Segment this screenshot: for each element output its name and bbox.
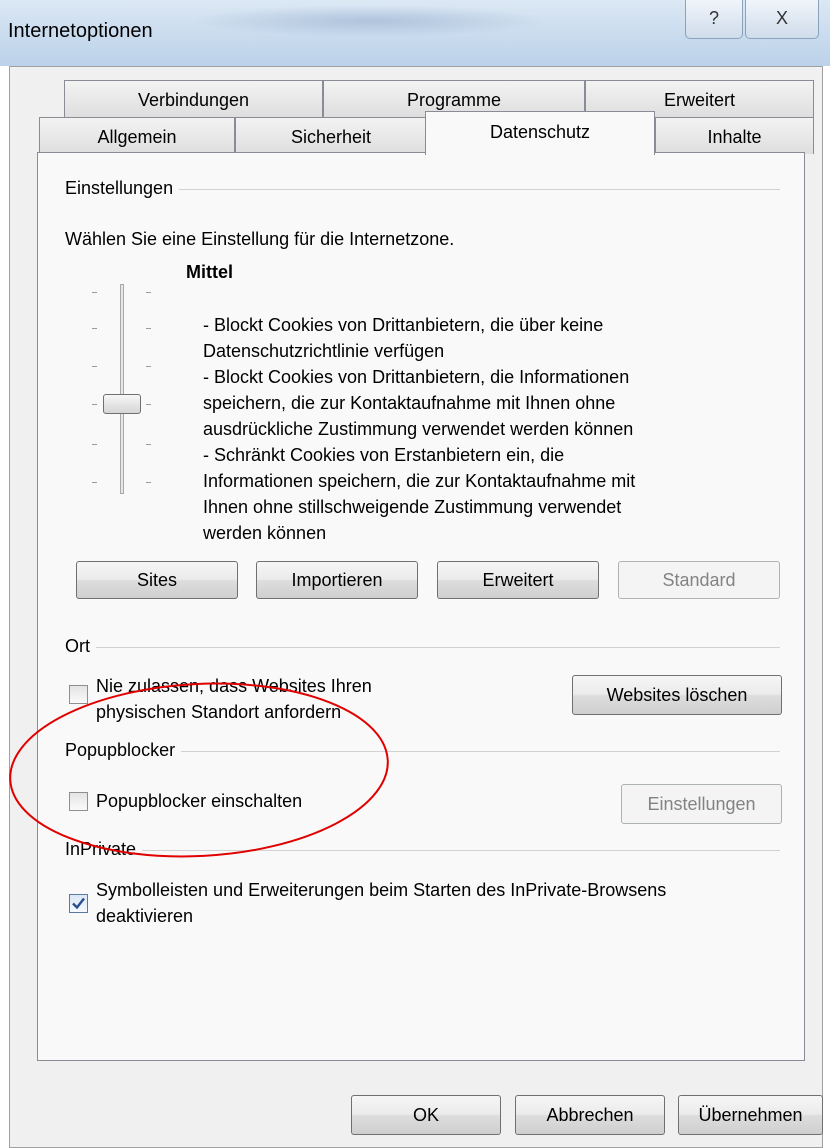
tab-verbindungen[interactable]: Verbindungen (64, 80, 323, 117)
title-bar: Internetoptionen ? X (0, 0, 830, 66)
tab-allgemein[interactable]: Allgemein (39, 117, 235, 154)
ort-header: Ort (65, 636, 96, 657)
slider-tick (146, 292, 151, 293)
importieren-button[interactable]: Importieren (256, 561, 418, 599)
slider-track (120, 284, 124, 494)
standort-label[interactable]: Nie zulassen, dass Websites Ihren physis… (96, 673, 372, 725)
popupblocker-checkbox[interactable] (69, 792, 88, 811)
description-line: Informationen speichern, die zur Kontakt… (203, 471, 636, 491)
privacy-description: - Blockt Cookies von Drittanbietern, die… (203, 312, 635, 546)
standort-label-line: physischen Standort anfordern (96, 702, 342, 722)
slider-tick (92, 444, 97, 445)
tab-datenschutz[interactable]: Datenschutz (425, 111, 655, 155)
standort-label-line: Nie zulassen, dass Websites Ihren (96, 676, 372, 696)
inprivate-label-line: Symbolleisten und Erweiterungen beim Sta… (96, 880, 667, 900)
tab-label: Erweitert (663, 90, 735, 110)
inprivate-checkbox[interactable] (69, 894, 88, 913)
standard-button[interactable]: Standard (618, 561, 780, 599)
window-title: Internetoptionen (8, 20, 153, 42)
websites-loeschen-button[interactable]: Websites löschen (572, 675, 782, 715)
popupblocker-einstellungen-button[interactable]: Einstellungen (621, 784, 782, 824)
description-line: Datenschutzrichtlinie verfügen (203, 341, 445, 361)
tab-label: Inhalte (707, 127, 762, 147)
description-line: - Schränkt Cookies von Erstanbietern ein… (203, 445, 565, 465)
slider-tick (146, 444, 151, 445)
erweitert-button[interactable]: Erweitert (437, 561, 599, 599)
description-line: speichern, die zur Kontaktaufnahme mit I… (203, 393, 616, 413)
tab-label: Sicherheit (290, 127, 372, 147)
tab-label: Verbindungen (137, 90, 250, 110)
slider-tick (92, 482, 97, 483)
checkmark-icon (72, 897, 85, 910)
help-icon: ? (708, 8, 719, 28)
description-line: - Blockt Cookies von Drittanbietern, die… (203, 367, 630, 387)
standort-checkbox[interactable] (69, 685, 88, 704)
inprivate-label[interactable]: Symbolleisten und Erweiterungen beim Sta… (96, 877, 666, 929)
slider-thumb[interactable] (103, 394, 141, 414)
einstellungen-header: Einstellungen (65, 178, 180, 199)
inprivate-divider (65, 850, 780, 851)
tab-inhalte[interactable]: Inhalte (655, 117, 814, 154)
slider-tick (92, 292, 97, 293)
slider-tick (146, 366, 151, 367)
zone-intro-text: Wählen Sie eine Einstellung für die Inte… (65, 229, 455, 249)
tab-label: Programme (406, 90, 502, 110)
help-button[interactable]: ? (685, 0, 743, 39)
close-icon: X (775, 8, 788, 28)
ok-button[interactable]: OK (351, 1095, 501, 1135)
slider-tick (92, 404, 97, 405)
close-button[interactable]: X (745, 0, 819, 39)
tab-label: Datenschutz (489, 122, 591, 142)
uebernehmen-button[interactable]: Übernehmen (678, 1095, 823, 1135)
slider-tick (92, 366, 97, 367)
popupblocker-header: Popupblocker (65, 740, 182, 761)
slider-tick (146, 482, 151, 483)
inprivate-header: InPrivate (65, 839, 143, 860)
tab-sicherheit[interactable]: Sicherheit (235, 117, 427, 154)
sites-button[interactable]: Sites (76, 561, 238, 599)
title-bar-glow (190, 5, 550, 37)
abbrechen-button[interactable]: Abbrechen (515, 1095, 665, 1135)
description-line: werden können (203, 523, 327, 543)
tab-label: Allgemein (97, 127, 177, 147)
description-line: - Blockt Cookies von Drittanbietern, die… (203, 315, 604, 335)
popupblocker-label[interactable]: Popupblocker einschalten (96, 788, 302, 814)
inprivate-label-line: deaktivieren (96, 906, 194, 926)
description-line: ausdrückliche Zustimmung verwendet werde… (203, 419, 634, 439)
slider-tick (146, 328, 151, 329)
privacy-level-name: Mittel (186, 262, 233, 282)
slider-tick (146, 404, 151, 405)
ort-divider (65, 647, 780, 648)
slider-tick (92, 328, 97, 329)
description-line: Ihnen ohne stillschweigende Zustimmung v… (203, 497, 622, 517)
